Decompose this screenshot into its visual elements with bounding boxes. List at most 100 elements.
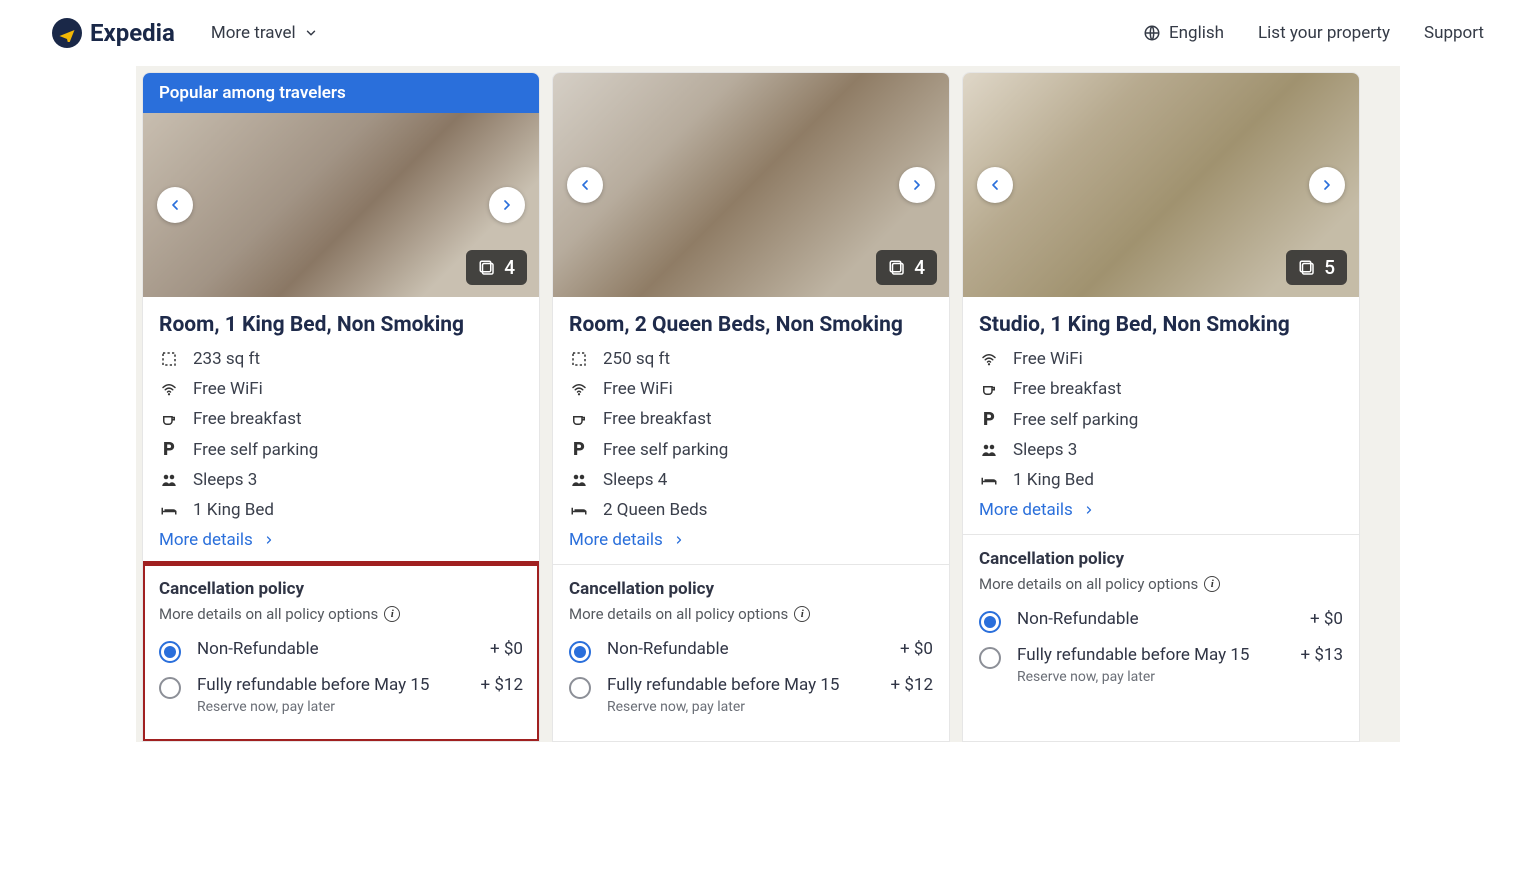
policy-title: Cancellation policy <box>569 579 933 599</box>
logo[interactable]: Expedia <box>52 18 175 48</box>
cancellation-policy: Cancellation policy More details on all … <box>553 564 949 741</box>
policy-option-nonrefundable[interactable]: Non-Refundable + $0 <box>159 639 523 663</box>
chevron-right-icon <box>263 534 275 546</box>
image-count: 4 <box>504 256 515 279</box>
logo-plane-icon <box>52 18 82 48</box>
amenity-parking: PFree self parking <box>979 409 1343 430</box>
bed-icon <box>569 501 589 519</box>
popular-badge: Popular among travelers <box>143 73 539 113</box>
more-details-link[interactable]: More details <box>979 500 1343 520</box>
more-travel-dropdown[interactable]: More travel <box>211 23 318 43</box>
header: Expedia More travel English List your pr… <box>0 0 1536 66</box>
sqft-icon <box>159 350 179 368</box>
room-image[interactable]: 4 <box>143 113 539 297</box>
more-travel-label: More travel <box>211 23 296 43</box>
room-title: Room, 1 King Bed, Non Smoking <box>159 313 523 337</box>
people-icon <box>979 441 999 459</box>
amenity-bed: 1 King Bed <box>159 500 523 520</box>
info-icon: i <box>794 606 810 622</box>
amenity-sleeps: Sleeps 3 <box>979 440 1343 460</box>
amenity-parking: PFree self parking <box>159 439 523 460</box>
room-image[interactable]: 4 <box>553 73 949 297</box>
globe-icon <box>1143 24 1161 42</box>
wifi-icon <box>979 350 999 368</box>
breakfast-icon <box>979 380 999 398</box>
radio-unselected-icon <box>569 677 591 699</box>
amenity-sleeps: Sleeps 4 <box>569 470 933 490</box>
image-count: 4 <box>914 256 925 279</box>
wifi-icon <box>159 380 179 398</box>
radio-selected-icon <box>979 611 1001 633</box>
policy-option-refundable[interactable]: Fully refundable before May 15 Reserve n… <box>159 675 523 715</box>
amenity-size: 233 sq ft <box>159 349 523 369</box>
policy-option-nonrefundable[interactable]: Non-Refundable + $0 <box>569 639 933 663</box>
gallery-icon <box>478 259 496 277</box>
image-next-button[interactable] <box>899 167 935 203</box>
image-next-button[interactable] <box>1309 167 1345 203</box>
chevron-right-icon <box>673 534 685 546</box>
room-image[interactable]: 5 <box>963 73 1359 297</box>
policy-option-refundable[interactable]: Fully refundable before May 15 Reserve n… <box>569 675 933 715</box>
policy-title: Cancellation policy <box>159 579 523 599</box>
policy-option-nonrefundable[interactable]: Non-Refundable + $0 <box>979 609 1343 633</box>
header-right: English List your property Support <box>1143 23 1484 43</box>
cancellation-policy: Cancellation policy More details on all … <box>963 534 1359 711</box>
image-next-button[interactable] <box>489 187 525 223</box>
policy-more-info[interactable]: More details on all policy options i <box>159 605 523 623</box>
language-selector[interactable]: English <box>1143 23 1224 43</box>
more-details-link[interactable]: More details <box>569 530 933 550</box>
breakfast-icon <box>159 410 179 428</box>
bed-icon <box>159 501 179 519</box>
image-count: 5 <box>1324 256 1335 279</box>
amenity-wifi: Free WiFi <box>979 349 1343 369</box>
people-icon <box>569 471 589 489</box>
sqft-icon <box>569 350 589 368</box>
amenity-breakfast: Free breakfast <box>159 409 523 429</box>
radio-unselected-icon <box>979 647 1001 669</box>
amenity-wifi: Free WiFi <box>569 379 933 399</box>
people-icon <box>159 471 179 489</box>
more-details-link[interactable]: More details <box>159 530 523 550</box>
room-card: 4 Room, 2 Queen Beds, Non Smoking 250 sq… <box>552 72 950 742</box>
room-card: Popular among travelers 4 Room, 1 King B… <box>142 72 540 742</box>
image-prev-button[interactable] <box>157 187 193 223</box>
parking-icon: P <box>159 439 179 460</box>
image-prev-button[interactable] <box>977 167 1013 203</box>
rooms-list: Popular among travelers 4 Room, 1 King B… <box>136 66 1400 742</box>
policy-title: Cancellation policy <box>979 549 1343 569</box>
room-title: Studio, 1 King Bed, Non Smoking <box>979 313 1343 337</box>
radio-selected-icon <box>569 641 591 663</box>
room-body: Room, 2 Queen Beds, Non Smoking 250 sq f… <box>553 297 949 564</box>
radio-unselected-icon <box>159 677 181 699</box>
list-property-link[interactable]: List your property <box>1258 23 1390 43</box>
logo-text: Expedia <box>90 19 175 47</box>
room-card: 5 Studio, 1 King Bed, Non Smoking Free W… <box>962 72 1360 742</box>
parking-icon: P <box>979 409 999 430</box>
cancellation-policy: Cancellation policy More details on all … <box>143 564 539 741</box>
amenity-wifi: Free WiFi <box>159 379 523 399</box>
info-icon: i <box>1204 576 1220 592</box>
amenity-sleeps: Sleeps 3 <box>159 470 523 490</box>
support-link[interactable]: Support <box>1424 23 1484 43</box>
room-body: Studio, 1 King Bed, Non Smoking Free WiF… <box>963 297 1359 534</box>
policy-more-info[interactable]: More details on all policy options i <box>569 605 933 623</box>
amenity-bed: 2 Queen Beds <box>569 500 933 520</box>
language-label: English <box>1169 23 1224 43</box>
info-icon: i <box>384 606 400 622</box>
image-count-badge: 4 <box>466 250 527 285</box>
image-count-badge: 4 <box>876 250 937 285</box>
amenity-parking: PFree self parking <box>569 439 933 460</box>
policy-more-info[interactable]: More details on all policy options i <box>979 575 1343 593</box>
parking-icon: P <box>569 439 589 460</box>
amenity-breakfast: Free breakfast <box>569 409 933 429</box>
support-label: Support <box>1424 23 1484 43</box>
room-title: Room, 2 Queen Beds, Non Smoking <box>569 313 933 337</box>
policy-option-refundable[interactable]: Fully refundable before May 15 Reserve n… <box>979 645 1343 685</box>
gallery-icon <box>1298 259 1316 277</box>
breakfast-icon <box>569 410 589 428</box>
bed-icon <box>979 471 999 489</box>
chevron-right-icon <box>1083 504 1095 516</box>
image-prev-button[interactable] <box>567 167 603 203</box>
amenity-breakfast: Free breakfast <box>979 379 1343 399</box>
chevron-down-icon <box>304 26 318 40</box>
